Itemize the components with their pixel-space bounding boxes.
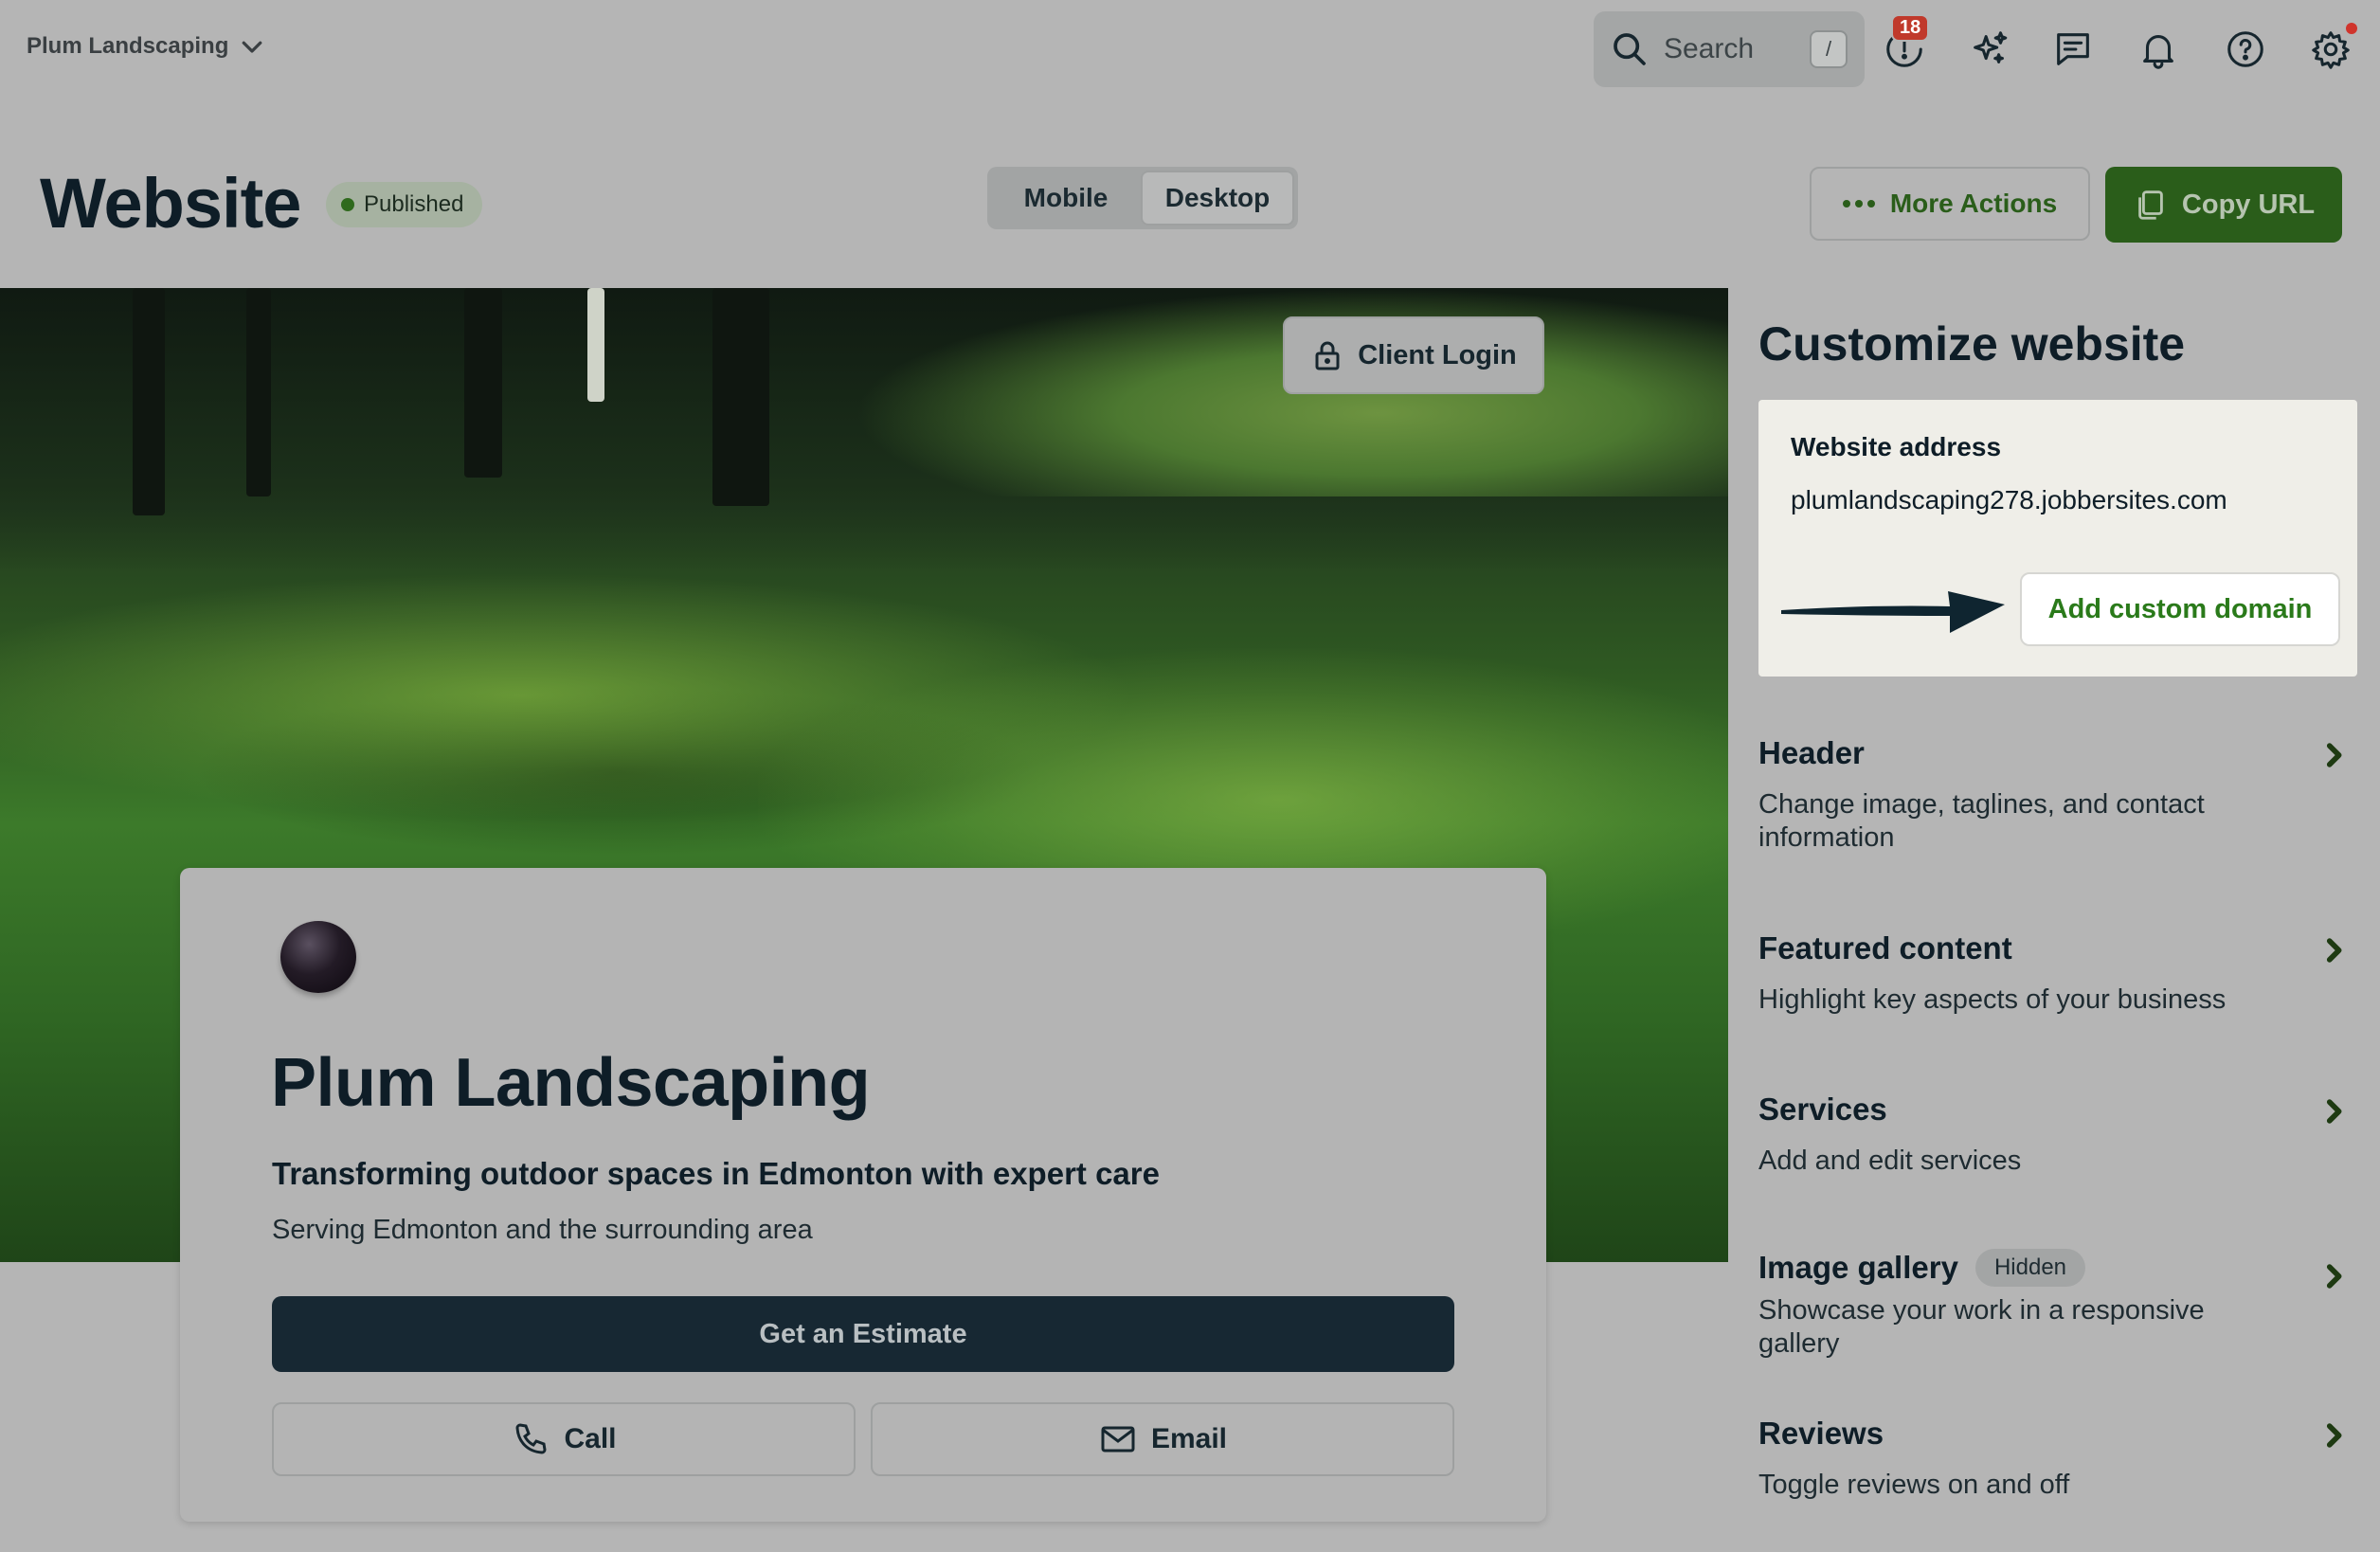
service-area: Serving Edmonton and the surrounding are… [272, 1215, 813, 1245]
section-description: Showcase your work in a responsive galle… [1758, 1295, 2205, 1359]
company-switcher[interactable]: Plum Landscaping [27, 32, 266, 61]
status-text: Published [364, 191, 464, 217]
chat-icon [2057, 33, 2089, 65]
section-reviews[interactable]: Reviews Toggle reviews on and off [1758, 1416, 2357, 1502]
phone-icon [515, 1423, 547, 1454]
section-image-gallery[interactable]: Image gallery Hidden Showcase your work i… [1758, 1249, 2357, 1361]
search-placeholder: Search [1664, 33, 1755, 64]
section-description: Add and edit services [1758, 1146, 2022, 1176]
notifications-button[interactable] [2130, 21, 2187, 78]
business-name: Plum Landscaping [271, 1045, 871, 1121]
hidden-badge: Hidden [1974, 1249, 2086, 1287]
section-title: Services [1758, 1092, 1887, 1127]
email-button[interactable]: Email [871, 1402, 1454, 1476]
business-logo [280, 921, 356, 993]
section-title: Featured content [1758, 930, 2012, 965]
ai-assistant-button[interactable] [1961, 21, 2018, 78]
chevron-right-icon [2326, 1423, 2342, 1448]
client-login-button[interactable]: Client Login [1283, 316, 1544, 394]
customize-title: Customize website [1758, 317, 2186, 370]
website-address-label: Website address [1791, 432, 2002, 461]
view-toggle: Mobile Desktop [987, 167, 1298, 229]
help-icon [2227, 31, 2263, 67]
more-actions-button[interactable]: More Actions [1810, 167, 2090, 241]
company-name: Plum Landscaping [27, 33, 229, 59]
copy-icon [2138, 190, 2163, 220]
search-icon [1614, 33, 1646, 65]
business-tagline: Transforming outdoor spaces in Edmonton … [272, 1156, 1160, 1191]
copy-url-label: Copy URL [2181, 189, 2316, 220]
section-header[interactable]: Header Change image, taglines, and conta… [1758, 735, 2357, 855]
gear-icon [2312, 31, 2350, 69]
section-description: Highlight key aspects of your business [1758, 984, 2227, 1015]
more-actions-label: More Actions [1889, 189, 2058, 218]
section-title: Image gallery [1758, 1250, 1958, 1285]
arrow-right-icon [1781, 591, 2005, 633]
add-custom-domain-button[interactable]: Add custom domain [2020, 572, 2340, 646]
search-shortcut-key: / [1810, 30, 1848, 68]
notification-count-badge: 18 [1891, 14, 1930, 42]
bell-icon [2143, 35, 2173, 69]
status-dot [341, 198, 354, 211]
call-button[interactable]: Call [272, 1402, 856, 1476]
mail-icon [1101, 1426, 1135, 1453]
section-services[interactable]: Services Add and edit services [1758, 1092, 2357, 1178]
website-address-value: plumlandscaping278.jobbersites.com [1791, 485, 2227, 514]
client-login-label: Client Login [1358, 339, 1517, 370]
chevron-right-icon [2326, 938, 2342, 963]
lock-icon [1315, 341, 1340, 370]
chevron-right-icon [2326, 1099, 2342, 1124]
messages-button[interactable] [2045, 21, 2101, 78]
copy-url-button[interactable]: Copy URL [2105, 167, 2342, 243]
chevron-right-icon [2326, 743, 2342, 767]
get-estimate-button[interactable]: Get an Estimate [272, 1296, 1454, 1372]
section-title: Header [1758, 735, 1865, 770]
chevron-down-icon [243, 41, 262, 53]
more-dots-icon [1842, 200, 1875, 208]
help-button[interactable] [2217, 21, 2274, 78]
settings-alert-dot [2346, 23, 2357, 34]
section-description: Toggle reviews on and off [1758, 1470, 2070, 1500]
view-option-mobile[interactable]: Mobile [991, 171, 1141, 226]
email-label: Email [1150, 1423, 1228, 1454]
chevron-right-icon [2326, 1264, 2342, 1289]
sparkles-icon [1974, 31, 2008, 63]
view-option-desktop[interactable]: Desktop [1141, 171, 1294, 226]
status-badge: Published [326, 182, 483, 227]
page-title: Website [40, 164, 301, 243]
call-label: Call [564, 1423, 617, 1454]
section-title: Reviews [1758, 1416, 1884, 1451]
section-featured-content[interactable]: Featured content Highlight key aspects o… [1758, 930, 2357, 1017]
section-description: Change image, taglines, and contact info… [1758, 789, 2205, 853]
search-bar[interactable]: Search / [1594, 11, 1865, 87]
